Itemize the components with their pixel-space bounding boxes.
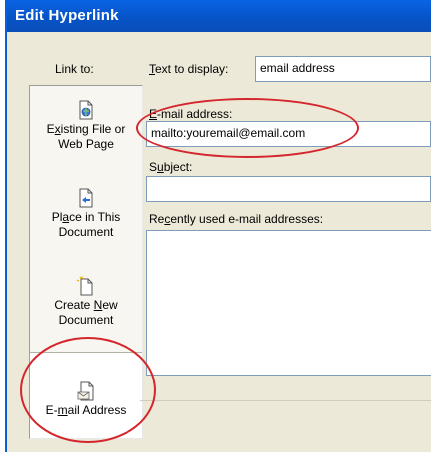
title-bar[interactable]: Edit Hyperlink (7, 0, 431, 32)
label-part: isting File or (60, 122, 126, 136)
label-part: ew (102, 298, 118, 312)
email-address-input[interactable]: mailto:youremail@email.com (146, 121, 431, 147)
sidebar-item-label: E-mail Address (30, 403, 142, 418)
new-document-icon (76, 276, 96, 296)
file-web-page-icon (76, 100, 96, 120)
label-part: Pl (51, 210, 63, 224)
email-address-label: E-mail address: (149, 107, 232, 121)
label-part: ail Address (67, 403, 127, 417)
sidebar-item-label: Existing File or Web Page (30, 122, 142, 152)
link-to-label: Link to: (55, 62, 94, 76)
label-part: ext to display: (155, 62, 229, 76)
label-part: E (46, 122, 55, 136)
label-part: Web Page (58, 137, 114, 151)
label-part: Document (58, 313, 114, 327)
label-accelerator: m (57, 403, 68, 417)
email-address-icon (76, 381, 96, 401)
label-part: ently used e-mail addresses: (170, 212, 324, 226)
label-part: ce in This (69, 210, 121, 224)
divider (140, 400, 431, 401)
recently-used-label: Recently used e-mail addresses: (149, 212, 323, 226)
sidebar-item-existing-file[interactable]: Existing File or Web Page (30, 100, 142, 152)
recent-email-addresses-list[interactable] (146, 230, 431, 376)
sidebar-item-email-address[interactable]: E-mail Address (30, 352, 142, 438)
label-part: bject: (163, 160, 193, 174)
dialog-title: Edit Hyperlink (15, 7, 119, 24)
text-to-display-input[interactable]: email address (255, 56, 431, 82)
label-part: Document (58, 225, 114, 239)
sidebar-item-label: Place in This Document (30, 210, 142, 240)
place-in-document-icon (76, 188, 96, 208)
text-to-display-label: Text to display: (149, 62, 228, 76)
link-to-sidebar: Existing File or Web Page Place in This … (29, 85, 143, 439)
sidebar-item-create-new-document[interactable]: Create New Document (30, 276, 142, 328)
label-part: -mail address: (157, 107, 233, 121)
sidebar-item-label: Create New Document (30, 298, 142, 328)
subject-label: Subject: (149, 160, 192, 174)
label-part: E- (45, 403, 58, 417)
label-part: Create (54, 298, 94, 312)
sidebar-item-place-in-document[interactable]: Place in This Document (30, 188, 142, 240)
label-accelerator: E (149, 107, 158, 121)
subject-input[interactable] (146, 176, 431, 202)
label-part: S (149, 160, 158, 174)
label-accelerator: u (157, 160, 164, 174)
label-part: Re (149, 212, 165, 226)
